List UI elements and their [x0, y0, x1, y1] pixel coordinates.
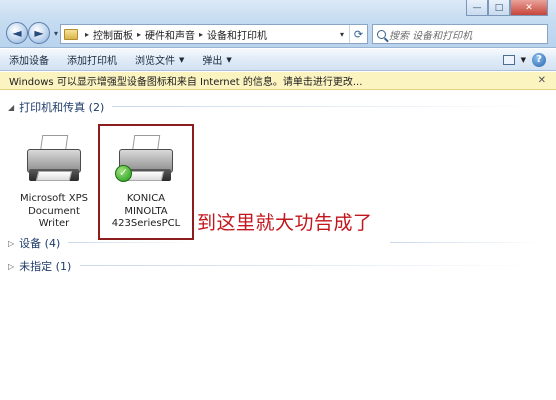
expand-icon: ▷ [8, 238, 15, 248]
search-icon [377, 29, 386, 39]
refresh-icon[interactable]: ⟳ [349, 25, 367, 43]
window-chrome: — □ ✕ ◄ ► ▾ ▸ 控制面板 ▸ 硬件和声音 ▸ 设备和打印机 ▾ ⟳ … [0, 0, 556, 48]
add-printer-button[interactable]: 添加打印机 [58, 49, 126, 70]
selection-highlight-box [98, 124, 194, 240]
collapse-icon: ◢ [8, 102, 15, 112]
info-bar[interactable]: Windows 可以显示增强型设备图标和来自 Internet 的信息。请单击进… [0, 72, 556, 90]
eject-button[interactable]: 弹出 ▼ [193, 49, 240, 70]
group-header-devices[interactable]: ▷ 设备 (4) [8, 235, 60, 251]
maximize-button[interactable]: □ [488, 0, 510, 16]
close-button[interactable]: ✕ [510, 0, 548, 16]
back-button[interactable]: ◄ [6, 22, 28, 44]
expand-icon: ▷ [8, 261, 15, 271]
folder-icon [64, 28, 78, 40]
command-bar: 添加设备 添加打印机 浏览文件 ▼ 弹出 ▼ ▼ ? [0, 49, 556, 71]
minimize-button[interactable]: — [466, 0, 488, 16]
view-options-icon[interactable] [502, 54, 515, 65]
group-divider [390, 242, 542, 243]
navigation-buttons: ◄ ► ▾ [6, 22, 62, 44]
group-divider [112, 106, 542, 107]
help-icon[interactable]: ? [532, 52, 546, 67]
breadcrumb-separator[interactable]: ▸ [195, 30, 207, 39]
group-label: 打印机和传真 (2) [19, 101, 105, 114]
window-controls: — □ ✕ [466, 0, 548, 16]
forward-button[interactable]: ► [28, 22, 50, 44]
search-input[interactable]: 搜索 设备和打印机 [389, 27, 472, 42]
breadcrumb-control-panel[interactable]: 控制面板 [93, 27, 133, 42]
group-header-unspecified[interactable]: ▷ 未指定 (1) [8, 258, 71, 274]
group-header-printers[interactable]: ◢ 打印机和传真 (2) [8, 99, 104, 115]
group-divider [68, 242, 196, 243]
device-microsoft-xps-writer[interactable]: Microsoft XPS Document Writer [14, 133, 94, 231]
add-device-button[interactable]: 添加设备 [0, 49, 58, 70]
breadcrumb-devices-printers[interactable]: 设备和打印机 [207, 27, 267, 42]
browse-files-button[interactable]: 浏览文件 ▼ [126, 49, 193, 70]
printer-icon [23, 133, 85, 187]
breadcrumb-hardware-sound[interactable]: 硬件和声音 [145, 27, 195, 42]
breadcrumb-separator[interactable]: ▸ [133, 30, 145, 39]
group-label: 设备 (4) [19, 237, 61, 250]
address-dropdown-icon[interactable]: ▾ [335, 30, 349, 39]
address-bar[interactable]: ▸ 控制面板 ▸ 硬件和声音 ▸ 设备和打印机 ▾ ⟳ [60, 24, 368, 44]
device-label-line: Microsoft XPS [20, 193, 88, 204]
device-label-line: Writer [38, 218, 70, 229]
chevron-down-icon: ▼ [179, 55, 185, 64]
command-bar-right: ▼ ? [502, 52, 556, 67]
eject-label: 弹出 [202, 56, 223, 67]
device-label-line: Document [28, 205, 80, 217]
chevron-down-icon[interactable]: ▼ [521, 56, 526, 64]
device-list: ◢ 打印机和传真 (2) Microsoft XPS Document Writ… [0, 91, 556, 400]
breadcrumb-separator[interactable]: ▸ [81, 30, 93, 39]
chevron-down-icon: ▼ [226, 55, 232, 64]
info-bar-text[interactable]: Windows 可以显示增强型设备图标和来自 Internet 的信息。请单击进… [9, 73, 362, 88]
address-tail: ▾ ⟳ [335, 25, 367, 43]
group-label: 未指定 (1) [19, 260, 72, 273]
group-divider [80, 265, 542, 266]
annotation-text: 到这里就大功告成了 [197, 212, 373, 234]
info-bar-close-icon[interactable]: ✕ [538, 75, 546, 86]
search-box[interactable]: 搜索 设备和打印机 [372, 24, 548, 44]
browse-files-label: 浏览文件 [135, 56, 175, 67]
